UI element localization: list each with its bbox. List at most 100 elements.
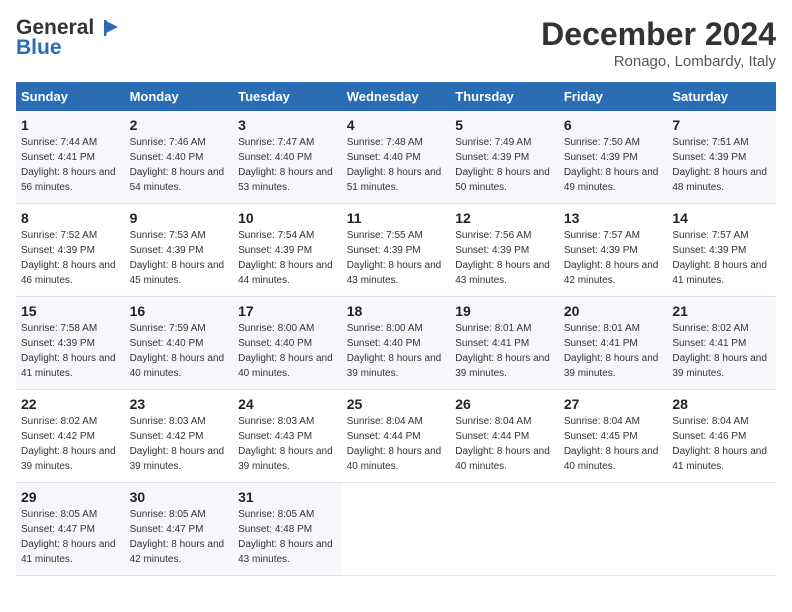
day-number: 5: [455, 117, 554, 133]
calendar-cell: 16 Sunrise: 7:59 AMSunset: 4:40 PMDaylig…: [125, 297, 234, 390]
calendar-row: 8 Sunrise: 7:52 AMSunset: 4:39 PMDayligh…: [16, 204, 776, 297]
day-detail: Sunrise: 7:46 AMSunset: 4:40 PMDaylight:…: [130, 137, 225, 193]
day-detail: Sunrise: 7:54 AMSunset: 4:39 PMDaylight:…: [238, 230, 333, 286]
calendar-cell: 17 Sunrise: 8:00 AMSunset: 4:40 PMDaylig…: [233, 297, 342, 390]
day-detail: Sunrise: 7:51 AMSunset: 4:39 PMDaylight:…: [672, 137, 767, 193]
col-saturday: Saturday: [667, 82, 776, 111]
day-detail: Sunrise: 8:03 AMSunset: 4:43 PMDaylight:…: [238, 416, 333, 472]
day-detail: Sunrise: 7:58 AMSunset: 4:39 PMDaylight:…: [21, 323, 116, 379]
day-number: 15: [21, 303, 120, 319]
calendar-cell: 4 Sunrise: 7:48 AMSunset: 4:40 PMDayligh…: [342, 111, 451, 204]
calendar-cell: 5 Sunrise: 7:49 AMSunset: 4:39 PMDayligh…: [450, 111, 559, 204]
day-detail: Sunrise: 7:44 AMSunset: 4:41 PMDaylight:…: [21, 137, 116, 193]
day-number: 16: [130, 303, 229, 319]
calendar-cell: 29 Sunrise: 8:05 AMSunset: 4:47 PMDaylig…: [16, 483, 125, 576]
calendar-cell: [667, 483, 776, 576]
calendar-cell: 20 Sunrise: 8:01 AMSunset: 4:41 PMDaylig…: [559, 297, 668, 390]
calendar-cell: 6 Sunrise: 7:50 AMSunset: 4:39 PMDayligh…: [559, 111, 668, 204]
day-number: 11: [347, 210, 446, 226]
day-number: 13: [564, 210, 663, 226]
calendar-cell: 12 Sunrise: 7:56 AMSunset: 4:39 PMDaylig…: [450, 204, 559, 297]
day-detail: Sunrise: 8:05 AMSunset: 4:48 PMDaylight:…: [238, 509, 333, 565]
logo: General Blue: [16, 16, 118, 60]
day-number: 12: [455, 210, 554, 226]
day-number: 28: [672, 396, 771, 412]
day-detail: Sunrise: 8:04 AMSunset: 4:44 PMDaylight:…: [347, 416, 442, 472]
day-detail: Sunrise: 7:53 AMSunset: 4:39 PMDaylight:…: [130, 230, 225, 286]
day-detail: Sunrise: 7:47 AMSunset: 4:40 PMDaylight:…: [238, 137, 333, 193]
calendar-table: Sunday Monday Tuesday Wednesday Thursday…: [16, 82, 776, 576]
logo-blue: Blue: [16, 36, 62, 60]
day-number: 1: [21, 117, 120, 133]
day-number: 21: [672, 303, 771, 319]
calendar-cell: 31 Sunrise: 8:05 AMSunset: 4:48 PMDaylig…: [233, 483, 342, 576]
day-number: 23: [130, 396, 229, 412]
day-number: 17: [238, 303, 337, 319]
day-number: 3: [238, 117, 337, 133]
day-detail: Sunrise: 8:02 AMSunset: 4:41 PMDaylight:…: [672, 323, 767, 379]
calendar-cell: 22 Sunrise: 8:02 AMSunset: 4:42 PMDaylig…: [16, 390, 125, 483]
calendar-cell: [559, 483, 668, 576]
day-number: 18: [347, 303, 446, 319]
calendar-cell: [450, 483, 559, 576]
day-detail: Sunrise: 7:50 AMSunset: 4:39 PMDaylight:…: [564, 137, 659, 193]
month-title: December 2024: [541, 16, 776, 53]
day-number: 24: [238, 396, 337, 412]
col-sunday: Sunday: [16, 82, 125, 111]
day-number: 26: [455, 396, 554, 412]
calendar-cell: 13 Sunrise: 7:57 AMSunset: 4:39 PMDaylig…: [559, 204, 668, 297]
day-detail: Sunrise: 8:01 AMSunset: 4:41 PMDaylight:…: [455, 323, 550, 379]
calendar-cell: 23 Sunrise: 8:03 AMSunset: 4:42 PMDaylig…: [125, 390, 234, 483]
col-wednesday: Wednesday: [342, 82, 451, 111]
day-detail: Sunrise: 7:49 AMSunset: 4:39 PMDaylight:…: [455, 137, 550, 193]
day-number: 25: [347, 396, 446, 412]
calendar-row: 22 Sunrise: 8:02 AMSunset: 4:42 PMDaylig…: [16, 390, 776, 483]
day-detail: Sunrise: 7:55 AMSunset: 4:39 PMDaylight:…: [347, 230, 442, 286]
calendar-cell: 18 Sunrise: 8:00 AMSunset: 4:40 PMDaylig…: [342, 297, 451, 390]
calendar-cell: 11 Sunrise: 7:55 AMSunset: 4:39 PMDaylig…: [342, 204, 451, 297]
day-number: 9: [130, 210, 229, 226]
calendar-cell: 28 Sunrise: 8:04 AMSunset: 4:46 PMDaylig…: [667, 390, 776, 483]
day-detail: Sunrise: 8:00 AMSunset: 4:40 PMDaylight:…: [347, 323, 442, 379]
day-number: 8: [21, 210, 120, 226]
day-number: 10: [238, 210, 337, 226]
day-detail: Sunrise: 7:57 AMSunset: 4:39 PMDaylight:…: [672, 230, 767, 286]
day-number: 20: [564, 303, 663, 319]
calendar-cell: 19 Sunrise: 8:01 AMSunset: 4:41 PMDaylig…: [450, 297, 559, 390]
day-detail: Sunrise: 8:00 AMSunset: 4:40 PMDaylight:…: [238, 323, 333, 379]
calendar-cell: [342, 483, 451, 576]
day-number: 22: [21, 396, 120, 412]
calendar-row: 29 Sunrise: 8:05 AMSunset: 4:47 PMDaylig…: [16, 483, 776, 576]
calendar-cell: 24 Sunrise: 8:03 AMSunset: 4:43 PMDaylig…: [233, 390, 342, 483]
day-detail: Sunrise: 8:04 AMSunset: 4:45 PMDaylight:…: [564, 416, 659, 472]
day-detail: Sunrise: 7:57 AMSunset: 4:39 PMDaylight:…: [564, 230, 659, 286]
day-number: 27: [564, 396, 663, 412]
calendar-cell: 27 Sunrise: 8:04 AMSunset: 4:45 PMDaylig…: [559, 390, 668, 483]
day-detail: Sunrise: 8:03 AMSunset: 4:42 PMDaylight:…: [130, 416, 225, 472]
calendar-row: 1 Sunrise: 7:44 AMSunset: 4:41 PMDayligh…: [16, 111, 776, 204]
day-number: 29: [21, 489, 120, 505]
page-header: General Blue December 2024 Ronago, Lomba…: [16, 16, 776, 70]
calendar-cell: 15 Sunrise: 7:58 AMSunset: 4:39 PMDaylig…: [16, 297, 125, 390]
calendar-cell: 7 Sunrise: 7:51 AMSunset: 4:39 PMDayligh…: [667, 111, 776, 204]
day-detail: Sunrise: 7:56 AMSunset: 4:39 PMDaylight:…: [455, 230, 550, 286]
day-number: 6: [564, 117, 663, 133]
day-detail: Sunrise: 7:59 AMSunset: 4:40 PMDaylight:…: [130, 323, 225, 379]
day-detail: Sunrise: 8:04 AMSunset: 4:44 PMDaylight:…: [455, 416, 550, 472]
calendar-cell: 21 Sunrise: 8:02 AMSunset: 4:41 PMDaylig…: [667, 297, 776, 390]
day-number: 4: [347, 117, 446, 133]
calendar-cell: 25 Sunrise: 8:04 AMSunset: 4:44 PMDaylig…: [342, 390, 451, 483]
col-thursday: Thursday: [450, 82, 559, 111]
col-friday: Friday: [559, 82, 668, 111]
day-detail: Sunrise: 8:04 AMSunset: 4:46 PMDaylight:…: [672, 416, 767, 472]
calendar-cell: 2 Sunrise: 7:46 AMSunset: 4:40 PMDayligh…: [125, 111, 234, 204]
calendar-cell: 10 Sunrise: 7:54 AMSunset: 4:39 PMDaylig…: [233, 204, 342, 297]
day-detail: Sunrise: 7:48 AMSunset: 4:40 PMDaylight:…: [347, 137, 442, 193]
calendar-cell: 30 Sunrise: 8:05 AMSunset: 4:47 PMDaylig…: [125, 483, 234, 576]
calendar-cell: 26 Sunrise: 8:04 AMSunset: 4:44 PMDaylig…: [450, 390, 559, 483]
calendar-cell: 3 Sunrise: 7:47 AMSunset: 4:40 PMDayligh…: [233, 111, 342, 204]
calendar-cell: 14 Sunrise: 7:57 AMSunset: 4:39 PMDaylig…: [667, 204, 776, 297]
calendar-row: 15 Sunrise: 7:58 AMSunset: 4:39 PMDaylig…: [16, 297, 776, 390]
location: Ronago, Lombardy, Italy: [541, 53, 776, 70]
day-number: 14: [672, 210, 771, 226]
